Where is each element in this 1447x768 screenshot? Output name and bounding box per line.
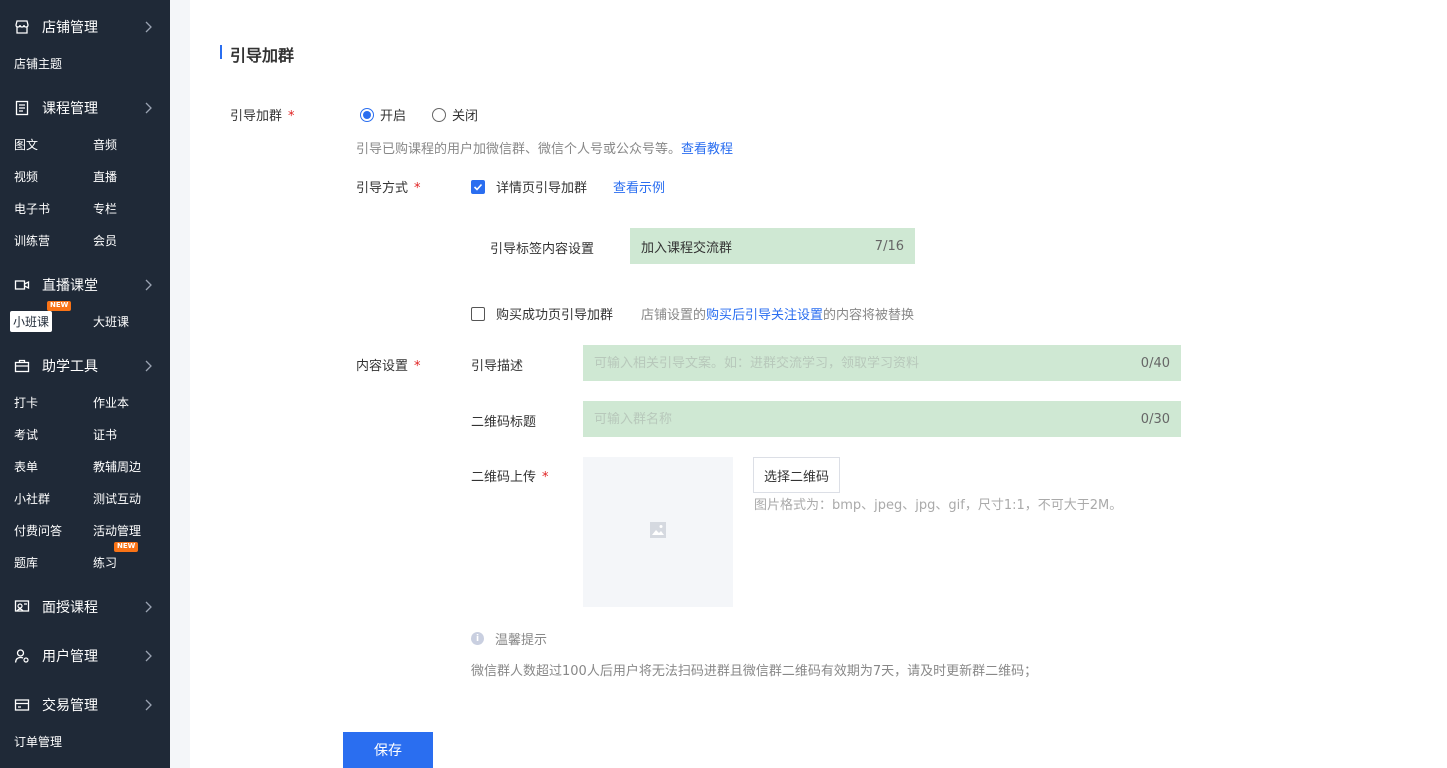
chevron-right-icon: [142, 699, 154, 711]
sidebar-item-orders[interactable]: 订单管理: [14, 733, 62, 750]
tag-content-label: 引导标签内容设置: [490, 242, 595, 257]
card-icon: [14, 697, 30, 713]
sidebar-group-live-class[interactable]: 直播课堂: [14, 273, 154, 297]
method-label: 引导方式 *: [356, 181, 421, 196]
char-count: 0/30: [1140, 411, 1170, 427]
qr-format-hint: 图片格式为：bmp、jpeg、jpg、gif，尺寸1:1，不可大于2M。: [754, 498, 1123, 513]
description-label: 引导描述: [471, 359, 524, 374]
qr-title-input[interactable]: [594, 411, 1133, 427]
sidebar-group-label: 课程管理: [42, 101, 98, 117]
sidebar-group-store[interactable]: 店铺管理: [14, 15, 154, 39]
sidebar-item-practice[interactable]: 练习: [93, 554, 117, 571]
sidebar-item-large-class[interactable]: 大班课: [93, 313, 129, 330]
user-settings-icon: [14, 648, 30, 664]
sidebar-group-label: 面授课程: [42, 600, 98, 616]
content-gutter: [170, 0, 190, 768]
checkbox-unchecked-icon: [471, 306, 485, 321]
tag-content-field[interactable]: 7/16: [630, 228, 915, 264]
qr-upload-area[interactable]: [583, 457, 733, 607]
sidebar-item-video[interactable]: 视频: [14, 168, 38, 185]
sidebar: 店铺管理 店铺主题 课程管理 图文 音频 视频 直播 电子书 专栏 训练营 会员…: [0, 0, 170, 768]
sidebar-group-label: 助学工具: [42, 359, 98, 375]
qr-upload-label: 二维码上传 *: [471, 470, 549, 485]
main-content: 引导加群 引导加群 * 开启 关闭 引导已购课程的用户加微信群、微信个人号或公众号…: [190, 0, 1447, 768]
sidebar-item-article[interactable]: 图文: [14, 136, 38, 153]
join-group-label: 引导加群 *: [230, 109, 295, 124]
sidebar-item-live[interactable]: 直播: [93, 168, 117, 185]
qr-title-field[interactable]: 0/30: [583, 401, 1181, 437]
sidebar-group-label: 直播课堂: [42, 278, 98, 294]
sidebar-item-camp[interactable]: 训练营: [14, 232, 50, 249]
document-icon: [14, 100, 30, 116]
chevron-right-icon: [142, 102, 154, 114]
tag-content-input[interactable]: [641, 238, 867, 254]
description-input[interactable]: [594, 355, 1133, 371]
sidebar-item-community[interactable]: 小社群: [14, 490, 50, 507]
sidebar-item-checkin[interactable]: 打卡: [14, 394, 38, 411]
save-button[interactable]: 保存: [343, 732, 433, 768]
video-camera-icon: [14, 277, 30, 293]
tip-text: 微信群人数超过100人后用户将无法扫码进群且微信群二维码有效期为7天，请及时更新…: [471, 664, 1038, 679]
teacher-icon: [14, 599, 30, 615]
sidebar-item-audio[interactable]: 音频: [93, 136, 117, 153]
sidebar-item-certificate[interactable]: 证书: [93, 426, 117, 443]
sidebar-item-merch[interactable]: 教辅周边: [93, 458, 141, 475]
toolbox-icon: [14, 358, 30, 374]
purchase-page-note: 店铺设置的购买后引导关注设置的内容将被替换: [641, 308, 915, 323]
sidebar-group-label: 交易管理: [42, 698, 98, 714]
section-title: 引导加群: [230, 46, 295, 65]
new-badge: NEW: [47, 301, 72, 311]
sidebar-item-small-class[interactable]: 小班课: [10, 311, 53, 332]
chevron-right-icon: [142, 360, 154, 372]
qr-title-label: 二维码标题: [471, 415, 537, 430]
radio-unchecked-icon: [432, 107, 446, 122]
view-example-link[interactable]: 查看示例: [613, 177, 665, 196]
sidebar-group-offline-course[interactable]: 面授课程: [14, 595, 154, 619]
sidebar-item-form[interactable]: 表单: [14, 458, 38, 475]
char-count: 0/40: [1140, 355, 1170, 371]
store-icon: [14, 19, 30, 35]
tutorial-link[interactable]: 查看教程: [681, 142, 733, 157]
sidebar-item-ebook[interactable]: 电子书: [14, 200, 50, 217]
sidebar-item-quiz[interactable]: 测试互动: [93, 490, 141, 507]
radio-disable[interactable]: 关闭: [432, 105, 478, 124]
sidebar-group-learning-tools[interactable]: 助学工具: [14, 354, 154, 378]
chevron-right-icon: [142, 650, 154, 662]
join-group-description: 引导已购课程的用户加微信群、微信个人号或公众号等。查看教程: [356, 142, 734, 157]
sidebar-item-activity[interactable]: 活动管理: [93, 522, 141, 539]
sidebar-group-trade[interactable]: 交易管理: [14, 693, 154, 717]
new-badge: NEW: [114, 542, 139, 552]
detail-page-checkbox[interactable]: 详情页引导加群: [471, 177, 587, 196]
purchase-page-checkbox[interactable]: 购买成功页引导加群: [471, 304, 613, 323]
choose-qr-button[interactable]: 选择二维码: [753, 457, 841, 493]
sidebar-item-question-bank[interactable]: 题库: [14, 554, 38, 571]
sidebar-item-column[interactable]: 专栏: [93, 200, 117, 217]
info-icon: i: [471, 632, 484, 645]
section-accent-bar: [220, 45, 222, 59]
chevron-right-icon: [142, 601, 154, 613]
after-purchase-settings-link[interactable]: 购买后引导关注设置: [706, 308, 823, 323]
sidebar-group-label: 用户管理: [42, 649, 98, 665]
image-placeholder-icon: [649, 521, 667, 543]
sidebar-item-paid-qa[interactable]: 付费问答: [14, 522, 62, 539]
chevron-right-icon: [142, 21, 154, 33]
sidebar-item-store-theme[interactable]: 店铺主题: [14, 55, 62, 72]
sidebar-group-users[interactable]: 用户管理: [14, 644, 154, 668]
chevron-right-icon: [142, 279, 154, 291]
tip-heading: i 温馨提示: [471, 629, 547, 648]
radio-checked-icon: [360, 107, 374, 122]
content-settings-label: 内容设置 *: [356, 359, 421, 374]
description-field[interactable]: 0/40: [583, 345, 1181, 381]
radio-enable[interactable]: 开启: [360, 105, 406, 124]
char-count: 7/16: [874, 238, 904, 254]
sidebar-group-course[interactable]: 课程管理: [14, 96, 154, 120]
sidebar-item-exam[interactable]: 考试: [14, 426, 38, 443]
sidebar-item-member[interactable]: 会员: [93, 232, 117, 249]
checkbox-checked-icon: [471, 179, 485, 194]
sidebar-group-label: 店铺管理: [42, 20, 98, 36]
sidebar-item-homework[interactable]: 作业本: [93, 394, 129, 411]
